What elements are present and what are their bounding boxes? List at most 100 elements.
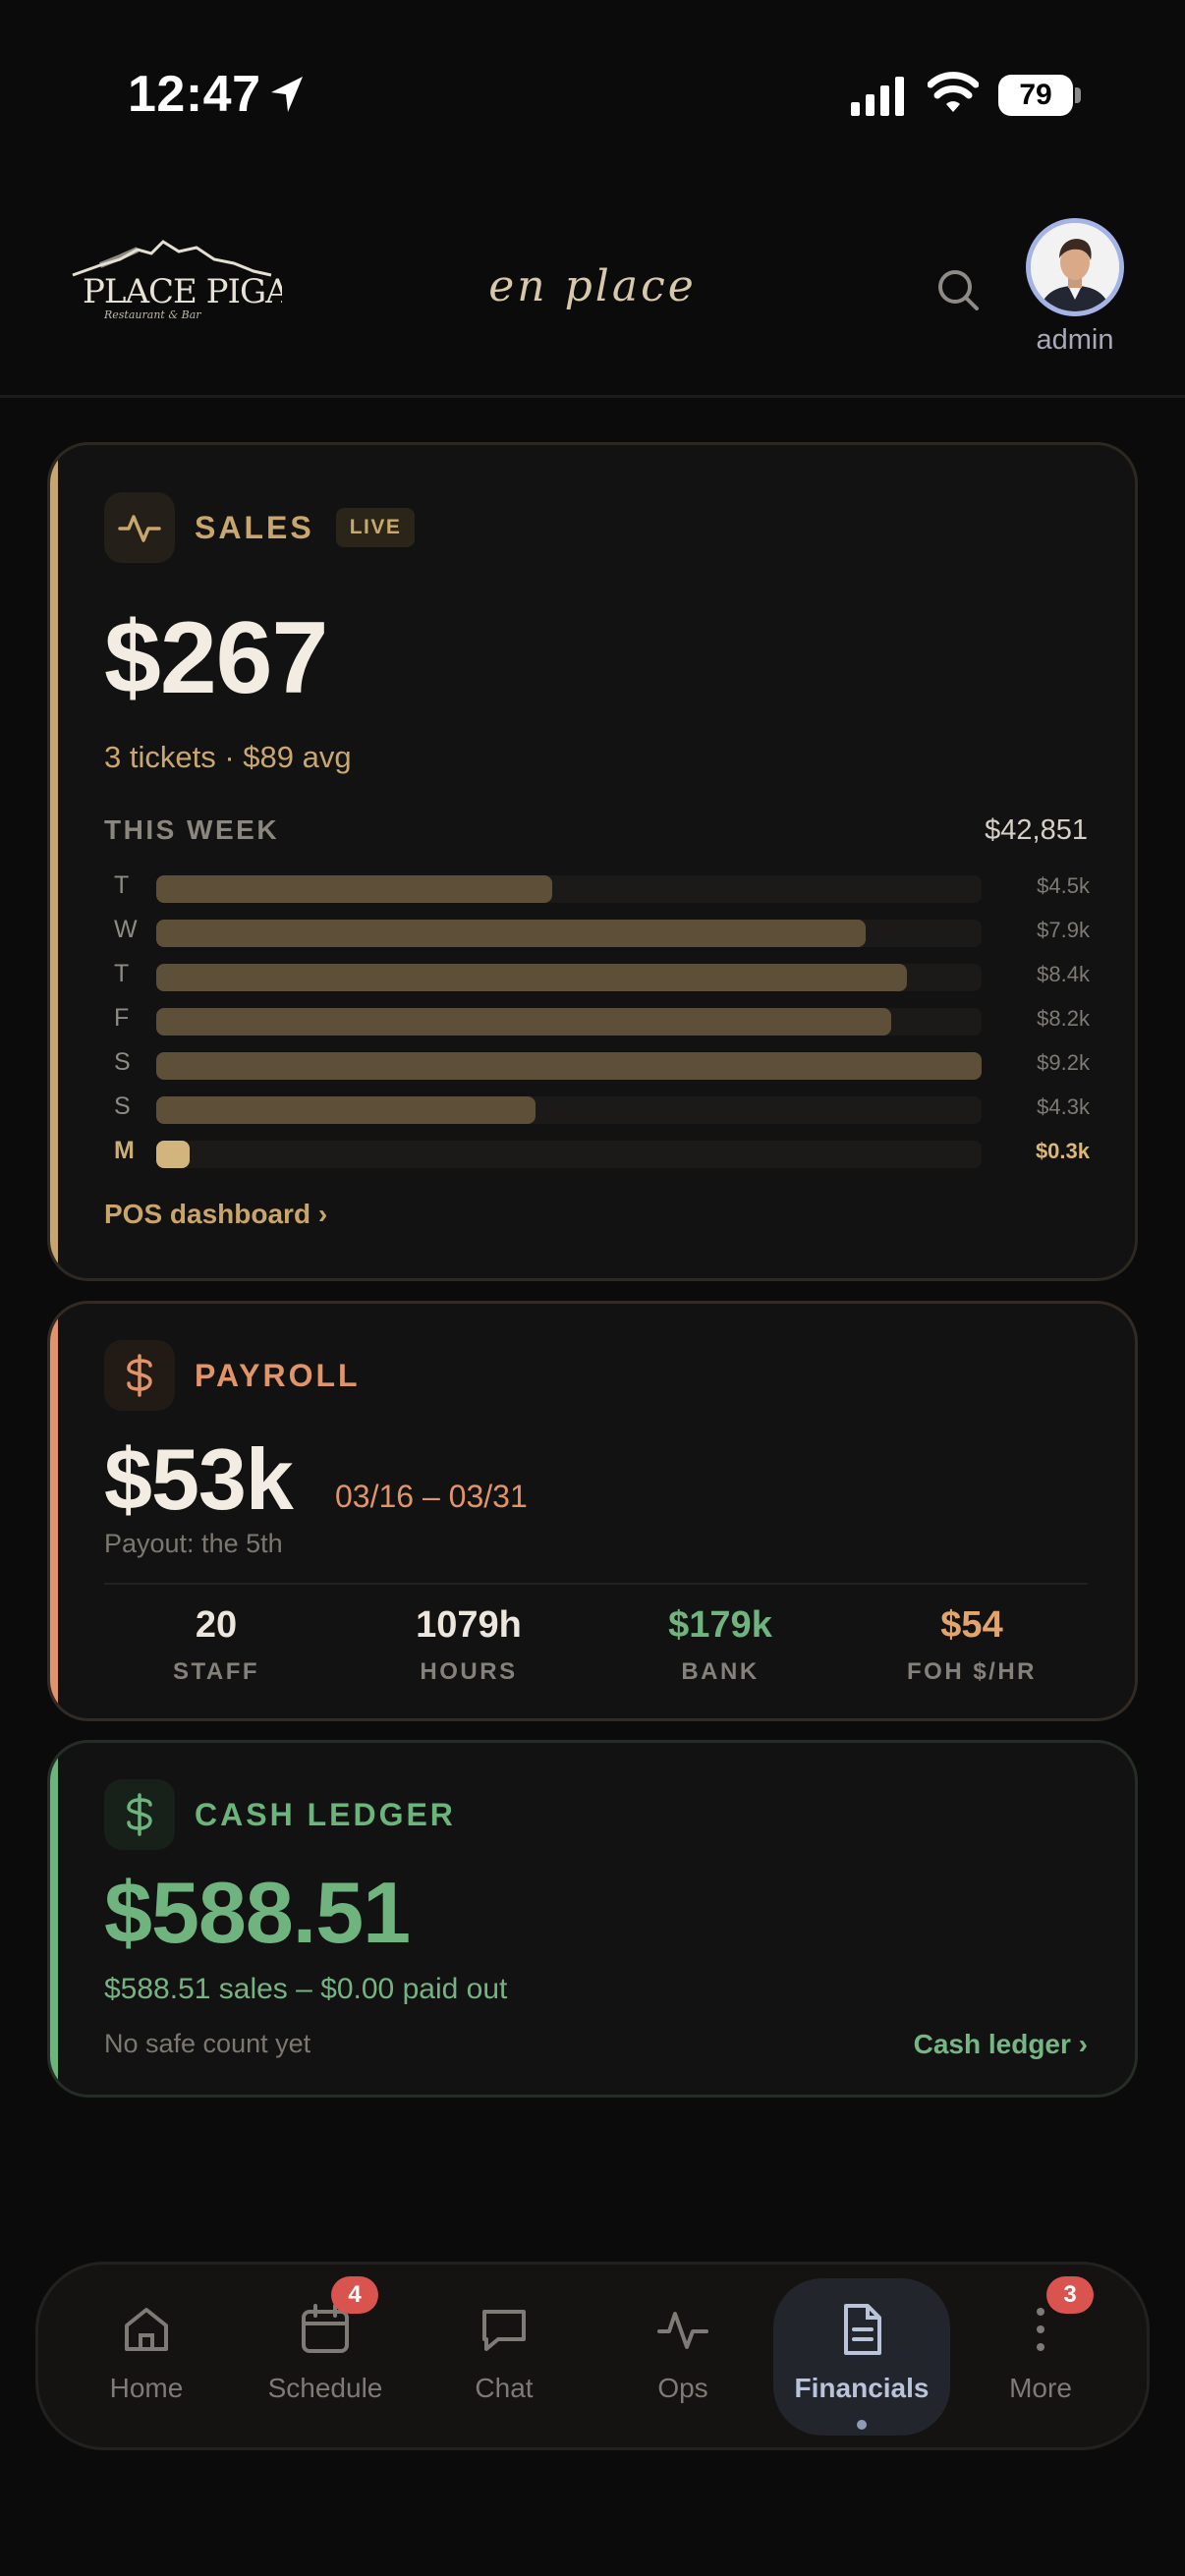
stat-foh-rate: $54 FOH $/HR [844,1604,1100,1686]
tab-label: Chat [475,2373,534,2403]
bar-track [156,1052,982,1080]
sales-card[interactable]: SALES LIVE $267 3 tickets · $89 avg THIS… [47,442,1138,1281]
bar-track [156,920,982,947]
home-icon [125,2308,168,2351]
bar-value-label: $4.5k [1037,873,1090,898]
safe-count-note: No safe count yet [104,2029,311,2058]
bar-fill [156,1008,891,1036]
bar-value-label: $9.2k [1037,1050,1090,1075]
sales-bar-row: S $9.2k [104,1046,1090,1091]
app-title: en place [488,261,697,311]
stat-hours: 1079h HOURS [341,1604,596,1686]
sales-icon-box [104,492,175,563]
pos-dashboard-link[interactable]: POS dashboard › [104,1199,327,1230]
stat-value: 1079h [416,1604,522,1646]
user-avatar[interactable] [1026,218,1124,316]
location-arrow-icon [271,77,303,112]
payroll-card-header: PAYROLL [104,1340,361,1411]
activity-icon [118,515,161,542]
bar-value-label: $0.3k [1035,1139,1090,1163]
stat-label: FOH $/HR [906,1658,1037,1685]
bar-day-label: S [114,1092,131,1120]
tab-label: More [1009,2373,1072,2403]
battery-icon: 79 [998,75,1081,116]
bar-track [156,1141,982,1168]
payroll-label: PAYROLL [195,1357,361,1393]
bar-day-label: W [114,916,138,943]
sales-bar-row: T $8.4k [104,958,1090,1002]
sales-summary: 3 tickets · $89 avg [104,740,352,774]
bar-value-label: $8.2k [1037,1006,1090,1031]
status-bar: 12:47 79 [0,0,1185,196]
stat-value: $54 [940,1604,1003,1646]
bar-fill [156,1141,190,1168]
bar-day-label: S [114,1048,131,1076]
bar-track [156,1008,982,1036]
bar-day-label: T [114,871,130,899]
sales-bar-row: T $4.5k [104,869,1090,914]
stat-label: BANK [681,1658,760,1685]
more-badge: 3 [1046,2276,1094,2314]
sales-card-accent [50,445,58,1278]
schedule-badge: 4 [331,2276,378,2314]
status-time: 12:47 [128,66,261,123]
cash-label: CASH LEDGER [195,1796,456,1832]
app-header: PLACE PIGALLE Restaurant & Bar en place … [0,196,1185,398]
sales-bar-row: S $4.3k [104,1091,1090,1135]
bar-value-label: $7.9k [1037,918,1090,942]
stat-bank: $179k BANK [592,1604,848,1686]
bar-value-label: $8.4k [1037,962,1090,986]
payroll-card[interactable]: PAYROLL $53k 03/16 – 03/31 Payout: the 5… [47,1301,1138,1721]
battery-level: 79 [998,75,1073,116]
payroll-card-accent [50,1304,58,1718]
tab-ops[interactable]: Ops [594,2265,771,2447]
payroll-amount: $53k [104,1430,294,1528]
tab-more[interactable]: More 3 [952,2265,1129,2447]
tab-schedule[interactable]: Schedule 4 [237,2265,414,2447]
bar-track [156,964,982,991]
bar-day-label: M [114,1137,135,1164]
active-tab-indicator [857,2420,867,2430]
bar-day-label: F [114,1004,130,1032]
cash-ledger-link[interactable]: Cash ledger › [914,2029,1088,2060]
payroll-period: 03/16 – 03/31 [335,1479,528,1514]
bar-day-label: T [114,960,130,987]
bar-value-label: $4.3k [1037,1094,1090,1119]
dollar-icon [127,1354,152,1397]
sales-bar-row: M $0.3k [104,1135,1090,1179]
week-label: THIS WEEK [104,814,280,845]
bar-fill [156,920,867,947]
user-role-label: admin [1036,324,1114,356]
document-icon [844,2304,881,2355]
sales-card-header: SALES LIVE [104,492,416,563]
sales-bar-row: W $7.9k [104,914,1090,958]
tab-label: Financials [794,2373,930,2403]
search-icon[interactable] [935,267,981,312]
payout-note: Payout: the 5th [104,1529,283,1558]
week-total: $42,851 [985,814,1088,846]
bar-fill [156,964,908,991]
stat-staff: 20 STAFF [88,1604,344,1686]
cash-amount: $588.51 [104,1864,411,1961]
tab-label: Ops [657,2373,708,2403]
tab-label: Schedule [267,2373,383,2403]
tab-chat[interactable]: Chat [416,2265,592,2447]
dollar-icon [127,1793,152,1836]
stat-value: 20 [195,1604,238,1646]
chat-icon [482,2310,526,2351]
cash-icon-box [104,1779,175,1850]
tab-financials[interactable]: Financials [773,2278,950,2436]
stat-label: HOURS [420,1658,518,1685]
bottom-tab-bar: Home Schedule 4 Chat Ops Financials More… [35,2262,1150,2450]
payroll-icon-box [104,1340,175,1411]
bar-fill [156,875,553,903]
stat-value: $179k [668,1604,772,1646]
bar-track [156,1096,982,1124]
sales-amount: $267 [104,601,328,715]
wifi-icon [928,72,979,112]
bar-track [156,875,982,903]
sales-label: SALES [195,509,314,545]
cash-ledger-card[interactable]: CASH LEDGER $588.51 $588.51 sales – $0.0… [47,1740,1138,2098]
payroll-divider [104,1583,1088,1585]
tab-home[interactable]: Home [58,2265,235,2447]
